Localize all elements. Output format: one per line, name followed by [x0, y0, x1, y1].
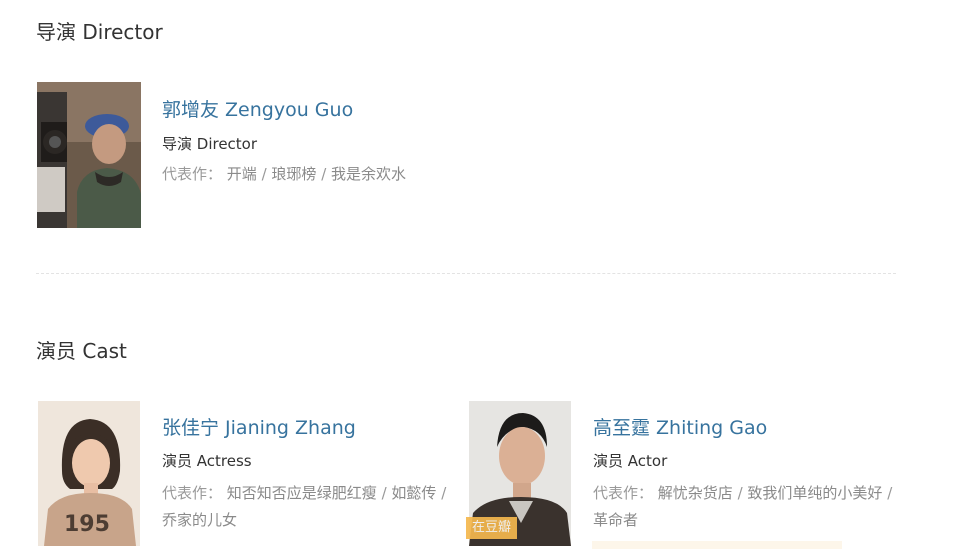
section-divider: [36, 273, 896, 274]
works-separator: /: [316, 165, 332, 183]
work-link[interactable]: 如懿传: [391, 484, 436, 502]
director-photo[interactable]: [37, 82, 141, 228]
work-link[interactable]: 琅琊榜: [271, 165, 316, 183]
work-link[interactable]: 解忧杂货店: [658, 484, 733, 502]
works-label: 代表作：: [593, 484, 654, 502]
work-link[interactable]: 致我们单纯的小美好: [747, 484, 882, 502]
works-separator: /: [732, 484, 748, 502]
actress-photo[interactable]: 195: [38, 401, 140, 546]
work-link[interactable]: 乔家的儿女: [162, 511, 237, 529]
cast-section-title: 演员 Cast: [36, 339, 127, 363]
director-name-link[interactable]: 郭增友 Zengyou Guo: [162, 95, 353, 122]
director-works: 代表作： 开端 / 琅琊榜 / 我是余欢水: [162, 161, 482, 188]
actor-role: 演员 Actor: [593, 452, 668, 470]
works-label: 代表作：: [162, 165, 223, 183]
works-separator: /: [376, 484, 392, 502]
director-role: 导演 Director: [162, 135, 258, 153]
actor-works: 代表作： 解忧杂货店 / 致我们单纯的小美好 / 革命者: [593, 480, 893, 534]
douban-badge[interactable]: 在豆瓣: [466, 517, 518, 539]
actress-role: 演员 Actress: [162, 452, 252, 470]
actress-works: 代表作： 知否知否应是绿肥红瘦 / 如懿传 / 乔家的儿女: [162, 480, 462, 534]
work-link[interactable]: 革命者: [593, 511, 638, 529]
works-separator: /: [882, 484, 893, 502]
work-link[interactable]: 我是余欢水: [331, 165, 406, 183]
work-link[interactable]: 开端: [227, 165, 257, 183]
works-label: 代表作：: [162, 484, 223, 502]
card-hover-strip: [592, 541, 842, 549]
work-link[interactable]: 知否知否应是绿肥红瘦: [227, 484, 377, 502]
works-separator: /: [256, 165, 272, 183]
actor-name-link[interactable]: 高至霆 Zhiting Gao: [593, 413, 767, 440]
actress-name-link[interactable]: 张佳宁 Jianing Zhang: [162, 413, 356, 440]
svg-text:195: 195: [64, 512, 110, 537]
works-separator: /: [436, 484, 447, 502]
director-section-title: 导演 Director: [36, 20, 163, 44]
